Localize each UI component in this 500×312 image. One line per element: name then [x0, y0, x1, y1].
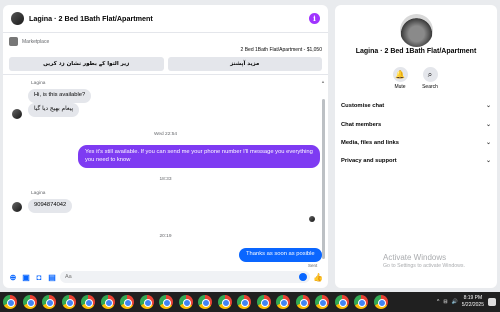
chrome-icon[interactable]	[42, 295, 56, 309]
chrome-icon[interactable]	[315, 295, 329, 309]
chrome-icon[interactable]	[334, 295, 349, 309]
chevron-down-icon: ⌄	[485, 158, 491, 164]
message-input-wrapper	[60, 271, 310, 283]
listing-title[interactable]: 2 Bed 1Bath Flat/Apartment - $1,050	[9, 47, 322, 53]
message-list: Lagina Hi, is this available? پیغام بھیج…	[3, 75, 328, 270]
search-label: Search	[422, 84, 438, 90]
thumbs-up-icon[interactable]: 👍	[313, 272, 323, 282]
sender-name: Lagina	[31, 191, 46, 196]
avatar[interactable]	[11, 12, 24, 25]
chrome-icon[interactable]	[178, 295, 193, 309]
chevron-down-icon: ⌄	[485, 140, 491, 146]
notification-icon[interactable]	[488, 298, 496, 306]
section-media-files[interactable]: Media, files and links ⌄	[341, 139, 491, 147]
section-label: Customise chat	[341, 102, 385, 109]
plus-icon[interactable]: ⊕	[8, 272, 18, 282]
chrome-icon[interactable]	[120, 295, 134, 309]
chrome-icon[interactable]	[22, 295, 37, 309]
chrome-icon[interactable]	[61, 295, 76, 309]
chrome-icon[interactable]	[373, 295, 388, 309]
section-privacy-support[interactable]: Privacy and support ⌄	[341, 157, 491, 165]
bell-icon: 🔔	[392, 67, 408, 82]
mute-button[interactable]: 🔔 Mute	[385, 67, 415, 90]
chat-title[interactable]: Lagina · 2 Bed 1Bath Flat/Apartment	[29, 14, 309, 23]
clock-time: 8:19 PM	[463, 295, 483, 301]
chrome-icon[interactable]	[237, 295, 251, 309]
composer: ⊕ ▣ ◘ ▤ 👍	[3, 266, 328, 288]
chevron-up-icon[interactable]: ^	[437, 299, 439, 305]
taskbar-icons	[3, 295, 393, 309]
watermark-subtitle: Go to Settings to activate Windows.	[383, 263, 465, 269]
section-label: Media, files and links	[341, 139, 399, 146]
chrome-icon[interactable]	[100, 295, 115, 309]
emoji-icon[interactable]	[299, 273, 307, 281]
chrome-icon[interactable]	[217, 295, 232, 309]
clock-date: 5/22/2025	[461, 302, 484, 308]
listing-thumbnail[interactable]	[9, 37, 18, 46]
scroll-up-arrow[interactable]: ▲	[321, 79, 325, 84]
marketplace-label: Marketplace	[22, 38, 50, 45]
section-label: Privacy and support	[341, 157, 397, 164]
mute-label: Mute	[394, 84, 406, 90]
image-icon[interactable]: ▣	[21, 272, 31, 282]
more-options-button[interactable]: مزید آپشنز	[167, 57, 322, 71]
chat-header: Lagina · 2 Bed 1Bath Flat/Apartment i	[3, 5, 328, 33]
search-icon: ⌕	[422, 67, 438, 82]
profile-avatar[interactable]	[400, 14, 433, 47]
mark-pending-button[interactable]: زیر التوا کے بطور نشان زد کریں	[9, 57, 164, 71]
chevron-down-icon: ⌄	[485, 103, 491, 109]
chrome-icon[interactable]	[276, 295, 290, 309]
avatar[interactable]	[12, 109, 22, 119]
search-button[interactable]: ⌕ Search	[415, 67, 445, 90]
chrome-icon[interactable]	[81, 295, 95, 309]
timestamp: 18:33	[159, 177, 172, 182]
outgoing-message[interactable]: Thanks as soon as posible	[239, 248, 322, 262]
taskbar: ^ ⊟ 🔊 8:19 PM 5/22/2025	[0, 292, 500, 312]
section-customise-chat[interactable]: Customise chat ⌄	[341, 102, 491, 110]
volume-icon[interactable]: 🔊	[452, 299, 458, 305]
info-title: Lagina · 2 Bed 1Bath Flat/Apartment	[355, 48, 477, 55]
chrome-icon[interactable]	[198, 295, 212, 309]
incoming-message[interactable]: پیغام بھیج دیا گیا	[28, 103, 80, 117]
read-receipt-avatar	[309, 216, 315, 222]
chevron-down-icon: ⌄	[485, 122, 491, 128]
clock[interactable]: 8:19 PM 5/22/2025	[462, 295, 484, 309]
info-icon[interactable]: i	[309, 13, 320, 24]
chrome-icon[interactable]	[256, 295, 271, 309]
chrome-icon[interactable]	[3, 295, 17, 309]
sender-name: Lagina	[31, 81, 46, 86]
section-chat-members[interactable]: Chat members ⌄	[341, 121, 491, 129]
watermark-title: Activate Windows	[383, 253, 447, 262]
gif-icon[interactable]: ▤	[47, 272, 57, 282]
chat-panel: Lagina · 2 Bed 1Bath Flat/Apartment i Ma…	[3, 5, 328, 288]
sticker-icon[interactable]: ◘	[34, 272, 44, 282]
chrome-icon[interactable]	[139, 295, 154, 309]
timestamp: 20:19	[159, 234, 172, 239]
section-label: Chat members	[341, 121, 382, 128]
network-icon[interactable]: ⊟	[443, 299, 447, 305]
incoming-message[interactable]: 9094874042	[28, 199, 73, 213]
info-panel: Lagina · 2 Bed 1Bath Flat/Apartment 🔔 Mu…	[335, 5, 497, 288]
chrome-icon[interactable]	[295, 295, 310, 309]
avatar[interactable]	[12, 202, 22, 212]
chrome-icon[interactable]	[159, 295, 173, 309]
system-tray: ^ ⊟ 🔊 8:19 PM 5/22/2025	[437, 293, 496, 311]
incoming-message[interactable]: Hi, is this available?	[28, 89, 92, 103]
marketplace-banner: Marketplace 2 Bed 1Bath Flat/Apartment -…	[3, 33, 328, 75]
chrome-icon[interactable]	[354, 295, 368, 309]
message-input[interactable]	[65, 274, 305, 280]
scrollbar[interactable]	[322, 99, 325, 259]
outgoing-message[interactable]: Yes it's still available. If you can sen…	[78, 145, 320, 168]
activate-windows-watermark: Activate Windows Go to Settings to activ…	[383, 253, 465, 269]
timestamp: Wed 22:54	[153, 132, 178, 137]
